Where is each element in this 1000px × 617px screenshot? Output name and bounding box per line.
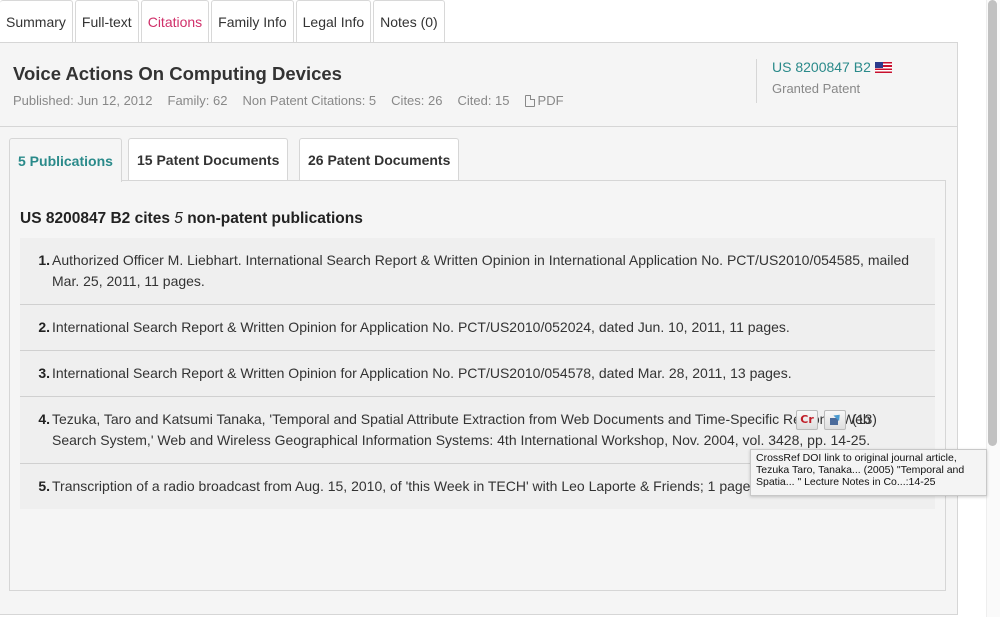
citation-text: International Search Report & Written Op… — [52, 365, 792, 381]
tab-full-text[interactable]: Full-text — [74, 0, 139, 43]
tab-publications[interactable]: 5 Publications — [9, 138, 122, 182]
citation-text: Tezuka, Taro and Katsumi Tanaka, 'Tempor… — [52, 411, 871, 448]
list-item: 1. Authorized Officer M. Liebhart. Inter… — [20, 238, 935, 305]
citations-content: US 8200847 B2 cites 5 non-patent publica… — [9, 180, 946, 591]
citation-number: 3. — [38, 365, 50, 381]
publication-number: US 8200847 B2 — [772, 59, 871, 75]
citation-text: Transcription of a radio broadcast from … — [52, 478, 755, 494]
list-item: 2. International Search Report & Written… — [20, 305, 935, 351]
patent-meta: Published: Jun 12, 2012 Family: 62 Non P… — [13, 93, 564, 108]
top-tab-bar: Summary Full-text Citations Family Info … — [0, 0, 447, 43]
heading-suffix: non-patent publications — [187, 210, 363, 227]
patent-title: Voice Actions On Computing Devices — [13, 63, 342, 84]
list-item: 3. International Search Report & Written… — [20, 351, 935, 397]
tab-legal-info[interactable]: Legal Info — [295, 0, 372, 43]
publication-box: US 8200847 B2 Granted Patent — [756, 59, 892, 103]
share-icon — [829, 414, 841, 426]
citation-number: 5. — [38, 478, 50, 494]
citation-number: 2. — [38, 319, 50, 335]
citation-number: 1. — [38, 252, 50, 268]
us-flag-icon — [874, 61, 892, 73]
patent-panel: Voice Actions On Computing Devices Publi… — [0, 42, 958, 615]
family-count: Family: 62 — [167, 93, 228, 108]
cites-count: Cites: 26 — [391, 93, 443, 108]
citations-heading: US 8200847 B2 cites 5 non-patent publica… — [20, 210, 363, 228]
citation-badges: Cr (13) — [796, 409, 877, 430]
pdf-link[interactable]: PDF — [524, 93, 564, 108]
pdf-label: PDF — [537, 93, 564, 108]
patent-status: Granted Patent — [772, 81, 861, 96]
tab-patent-documents-cited[interactable]: 15 Patent Documents — [128, 138, 289, 181]
tab-notes[interactable]: Notes (0) — [373, 0, 445, 43]
crossref-button[interactable]: Cr — [796, 409, 818, 430]
tab-patent-documents-citing[interactable]: 26 Patent Documents — [299, 138, 460, 181]
citation-text: Authorized Officer M. Liebhart. Internat… — [52, 252, 910, 289]
citation-text: International Search Report & Written Op… — [52, 319, 790, 335]
cited-count: Cited: 15 — [457, 93, 510, 108]
heading-count: 5 — [174, 210, 183, 227]
heading-prefix: US 8200847 B2 cites — [20, 210, 170, 227]
crossref-tooltip: CrossRef DOI link to original journal ar… — [750, 449, 987, 496]
non-patent-citations-count: Non Patent Citations: 5 — [242, 93, 377, 108]
pdf-icon — [524, 94, 535, 107]
cited-by-count: (13) — [852, 411, 877, 427]
scrollbar-thumb[interactable] — [988, 0, 997, 446]
citation-number: 4. — [38, 411, 50, 427]
tab-family-info[interactable]: Family Info — [211, 0, 294, 43]
share-button[interactable] — [824, 409, 846, 430]
published-date: Published: Jun 12, 2012 — [13, 93, 153, 108]
publication-number-link[interactable]: US 8200847 B2 — [772, 59, 892, 75]
tab-citations[interactable]: Citations — [140, 0, 210, 43]
patent-header: Voice Actions On Computing Devices Publi… — [0, 43, 957, 127]
tab-summary[interactable]: Summary — [0, 0, 73, 43]
crossref-icon: Cr — [800, 413, 814, 426]
